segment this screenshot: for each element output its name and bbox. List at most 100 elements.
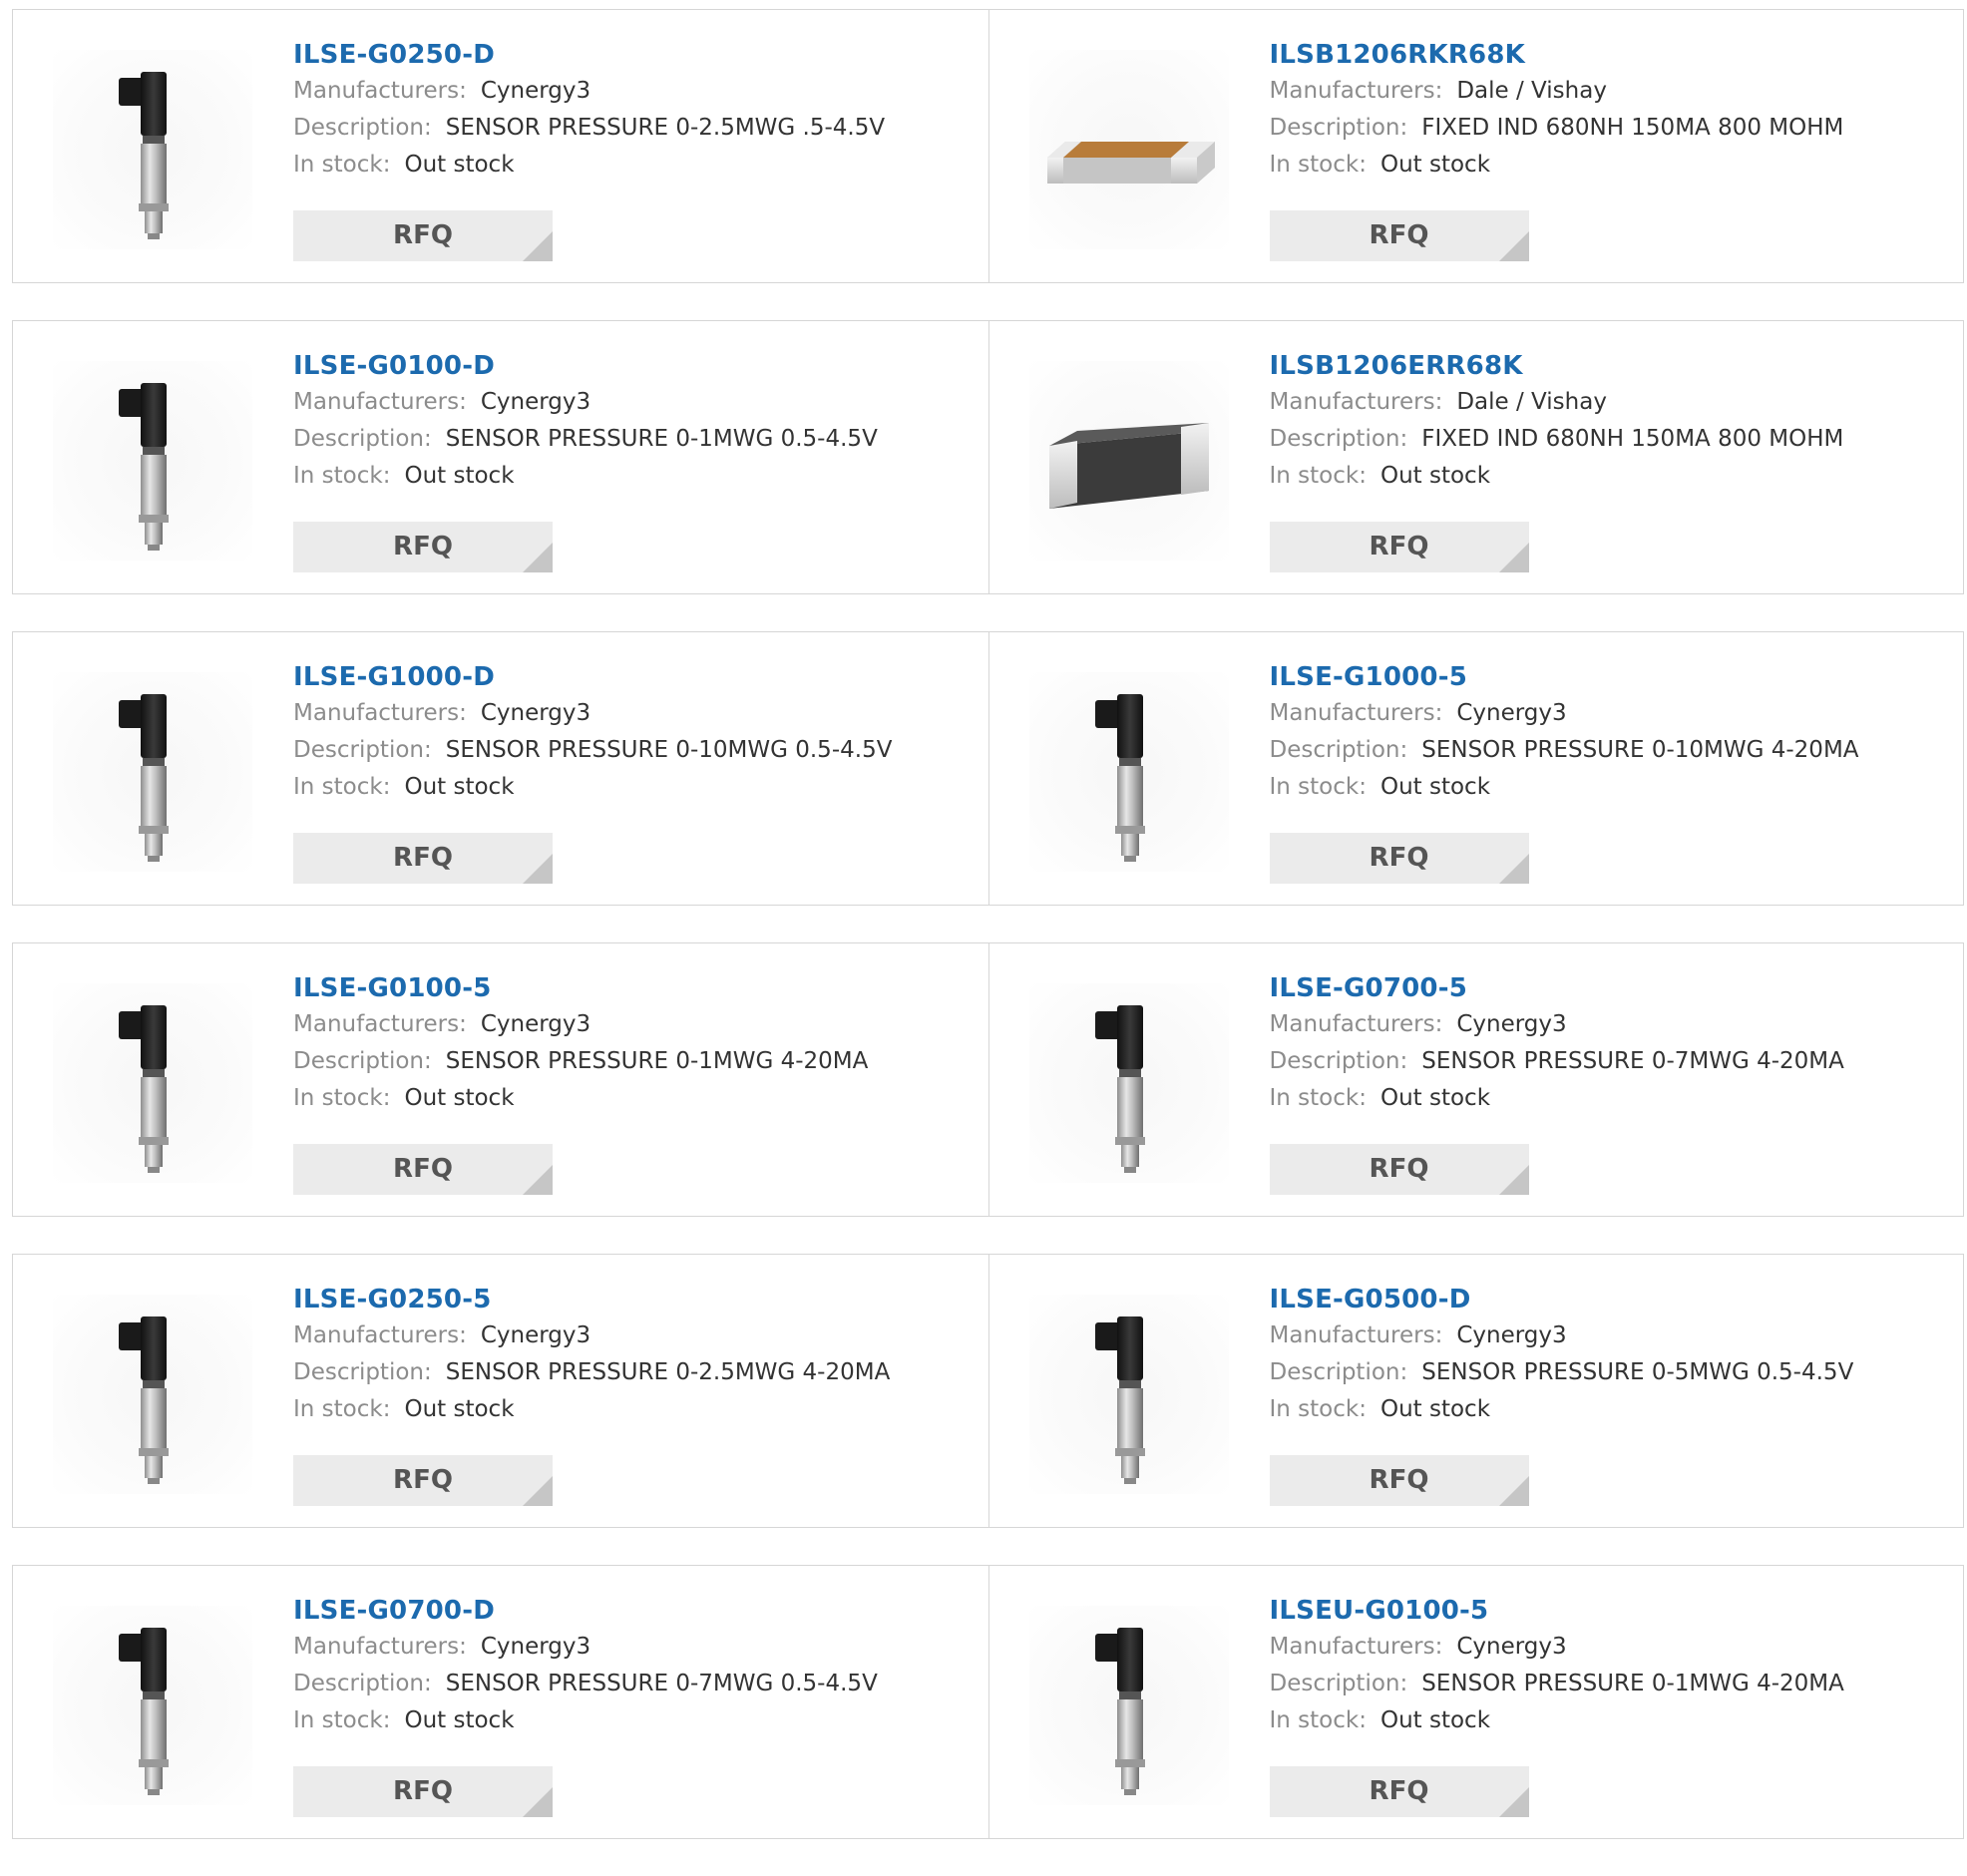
product-image[interactable] (1028, 1295, 1229, 1494)
rfq-button[interactable]: RFQ (293, 210, 553, 261)
rfq-button[interactable]: RFQ (1269, 210, 1529, 261)
product-image[interactable] (53, 50, 252, 249)
manufacturer-value: Dale / Vishay (1456, 78, 1607, 104)
description-label: Description: (293, 1671, 432, 1696)
product-card: ILSEU-G0100-5 Manufacturers: Cynergy3 Des… (987, 1566, 1964, 1838)
rfq-label: RFQ (393, 1776, 453, 1806)
rfq-button[interactable]: RFQ (1269, 1144, 1529, 1195)
corner-triangle-icon (1498, 1476, 1529, 1506)
product-card: ILSE-G0250-5 Manufacturers: Cynergy3 Desc… (13, 1255, 988, 1527)
part-number-link[interactable]: ILSB1206RKR68K (1270, 37, 1525, 73)
corner-triangle-icon (1498, 1165, 1529, 1195)
product-info: ILSB1206RKR68K Manufacturers: Dale / Vish… (1270, 37, 1954, 184)
manufacturer-row: Manufacturers: Dale / Vishay (1270, 384, 1954, 421)
product-image[interactable] (53, 1295, 252, 1494)
corner-triangle-icon (523, 1165, 553, 1195)
product-image[interactable] (1028, 50, 1229, 249)
product-info: ILSE-G0250-5 Manufacturers: Cynergy3 Desc… (293, 1282, 979, 1428)
part-number-link[interactable]: ILSE-G0100-D (293, 348, 495, 384)
manufacturers-label: Manufacturers: (1269, 78, 1443, 104)
manufacturer-value: Cynergy3 (1456, 1322, 1567, 1348)
product-card: ILSE-G0500-D Manufacturers: Cynergy3 Desc… (987, 1255, 1964, 1527)
in-stock-label: In stock: (293, 1085, 391, 1111)
pressure-sensor-icon (119, 383, 169, 551)
manufacturer-row: Manufacturers: Cynergy3 (293, 1629, 979, 1666)
manufacturer-row: Manufacturers: Cynergy3 (1270, 695, 1954, 732)
description-value: SENSOR PRESSURE 0-7MWG 0.5-4.5V (445, 1671, 878, 1696)
in-stock-label: In stock: (293, 1707, 391, 1733)
description-value: SENSOR PRESSURE 0-1MWG 0.5-4.5V (445, 426, 878, 452)
product-info: ILSEU-G0100-5 Manufacturers: Cynergy3 Des… (1270, 1593, 1954, 1739)
manufacturer-row: Manufacturers: Cynergy3 (293, 1317, 979, 1354)
manufacturer-row: Manufacturers: Cynergy3 (293, 1006, 979, 1043)
product-image[interactable] (53, 361, 252, 561)
product-info: ILSE-G0700-5 Manufacturers: Cynergy3 Desc… (1270, 970, 1954, 1117)
manufacturers-label: Manufacturers: (293, 1634, 467, 1660)
product-row: ILSE-G0250-D Manufacturers: Cynergy3 Desc… (12, 9, 1964, 283)
product-info: ILSE-G0700-D Manufacturers: Cynergy3 Desc… (293, 1593, 979, 1739)
product-image[interactable] (53, 1606, 252, 1805)
product-card: ILSE-G1000-5 Manufacturers: Cynergy3 Desc… (987, 632, 1964, 905)
product-row: ILSE-G0100-D Manufacturers: Cynergy3 Desc… (12, 320, 1964, 594)
product-image[interactable] (53, 672, 252, 872)
rfq-button[interactable]: RFQ (293, 833, 553, 884)
product-image[interactable] (53, 983, 252, 1183)
product-image[interactable] (1028, 672, 1229, 872)
product-image[interactable] (1028, 983, 1229, 1183)
rfq-label: RFQ (1369, 1465, 1429, 1495)
product-image[interactable] (1028, 361, 1229, 561)
pressure-sensor-icon (119, 1316, 169, 1484)
part-number-link[interactable]: ILSE-G0500-D (1270, 1282, 1471, 1317)
stock-value: Out stock (404, 1396, 515, 1422)
part-number-link[interactable]: ILSE-G0250-D (293, 37, 495, 73)
rfq-button[interactable]: RFQ (1269, 522, 1529, 572)
description-label: Description: (1269, 1359, 1408, 1385)
manufacturer-value: Cynergy3 (1456, 1634, 1567, 1660)
part-number-link[interactable]: ILSB1206ERR68K (1270, 348, 1523, 384)
in-stock-label: In stock: (1269, 463, 1367, 489)
rfq-button[interactable]: RFQ (293, 522, 553, 572)
rfq-button[interactable]: RFQ (1269, 1455, 1529, 1506)
rfq-label: RFQ (393, 220, 453, 250)
rfq-button[interactable]: RFQ (1269, 833, 1529, 884)
manufacturer-value: Cynergy3 (480, 1634, 591, 1660)
rfq-button[interactable]: RFQ (293, 1455, 553, 1506)
rfq-button[interactable]: RFQ (293, 1766, 553, 1817)
stock-row: In stock: Out stock (293, 458, 979, 495)
description-value: SENSOR PRESSURE 0-5MWG 0.5-4.5V (1421, 1359, 1854, 1385)
description-label: Description: (293, 1359, 432, 1385)
part-number-link[interactable]: ILSE-G1000-5 (1270, 659, 1468, 695)
part-number-link[interactable]: ILSE-G1000-D (293, 659, 495, 695)
part-number-link[interactable]: ILSE-G0100-5 (293, 970, 492, 1006)
description-row: Description: FIXED IND 680NH 150MA 800 MO… (1270, 110, 1954, 147)
rfq-label: RFQ (393, 843, 453, 873)
description-row: Description: SENSOR PRESSURE 0-1MWG 0.5-4… (293, 421, 979, 458)
rfq-button[interactable]: RFQ (293, 1144, 553, 1195)
corner-triangle-icon (1498, 1787, 1529, 1817)
part-number-link[interactable]: ILSEU-G0100-5 (1270, 1593, 1489, 1629)
corner-triangle-icon (1498, 854, 1529, 884)
rfq-label: RFQ (393, 1154, 453, 1184)
product-row: ILSE-G1000-D Manufacturers: Cynergy3 Desc… (12, 631, 1964, 906)
rfq-button[interactable]: RFQ (1269, 1766, 1529, 1817)
description-label: Description: (293, 1048, 432, 1074)
corner-triangle-icon (523, 854, 553, 884)
manufacturer-value: Cynergy3 (1456, 700, 1567, 726)
part-number-link[interactable]: ILSE-G0700-D (293, 1593, 495, 1629)
product-card: ILSB1206ERR68K Manufacturers: Dale / Vish… (987, 321, 1964, 593)
in-stock-label: In stock: (1269, 1707, 1367, 1733)
part-number-link[interactable]: ILSE-G0250-5 (293, 1282, 492, 1317)
description-row: Description: SENSOR PRESSURE 0-2.5MWG 4-2… (293, 1354, 979, 1391)
product-card: ILSE-G0100-D Manufacturers: Cynergy3 Desc… (13, 321, 988, 593)
description-row: Description: FIXED IND 680NH 150MA 800 MO… (1270, 421, 1954, 458)
product-card: ILSE-G0100-5 Manufacturers: Cynergy3 Desc… (13, 943, 988, 1216)
stock-row: In stock: Out stock (293, 769, 979, 806)
description-value: SENSOR PRESSURE 0-2.5MWG 4-20MA (445, 1359, 891, 1385)
description-value: SENSOR PRESSURE 0-1MWG 4-20MA (445, 1048, 869, 1074)
product-info: ILSE-G0250-D Manufacturers: Cynergy3 Desc… (293, 37, 979, 184)
manufacturers-label: Manufacturers: (1269, 1322, 1443, 1348)
product-image[interactable] (1028, 1606, 1229, 1805)
stock-row: In stock: Out stock (1270, 1080, 1954, 1117)
description-row: Description: SENSOR PRESSURE 0-7MWG 0.5-4… (293, 1666, 979, 1702)
part-number-link[interactable]: ILSE-G0700-5 (1270, 970, 1468, 1006)
